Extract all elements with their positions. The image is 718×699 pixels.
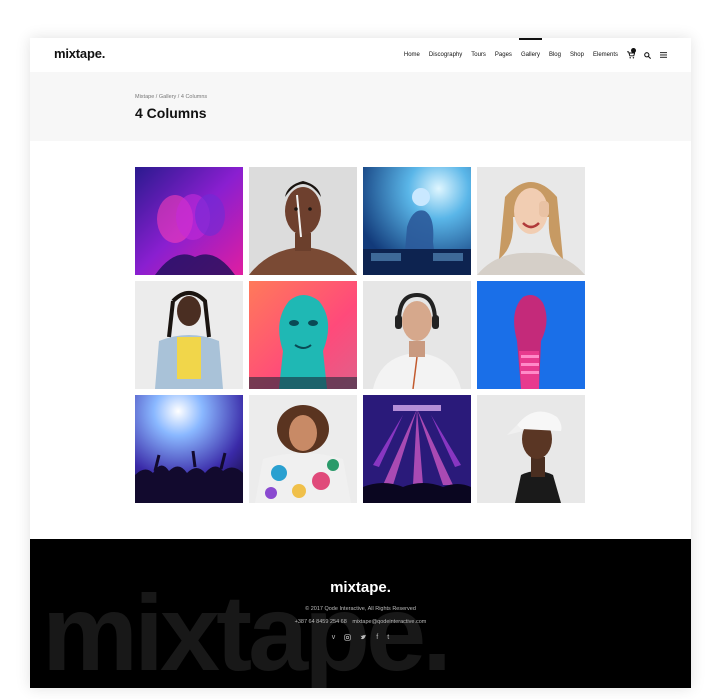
search-icon[interactable] — [644, 38, 651, 72]
gallery-item-stage-pink-lights[interactable] — [363, 395, 471, 503]
gallery-item-pink-sculpture-blue[interactable] — [477, 281, 585, 389]
footer-contact: +387 64 8459 254 68 mixtape@qodeinteract… — [30, 619, 691, 625]
gallery-item-man-headphones[interactable] — [363, 281, 471, 389]
footer-copyright: © 2017 Qode Interactive, All Rights Rese… — [305, 606, 416, 612]
nav-home[interactable]: Home — [404, 38, 420, 72]
gallery-grid — [135, 167, 587, 503]
page-title-band: Mixtape / Gallery / 4 Columns 4 Columns — [30, 72, 691, 141]
gallery-item-concert-crowd-blue[interactable] — [135, 395, 243, 503]
cart-count-badge — [631, 48, 636, 53]
breadcrumb-home[interactable]: Mixtape — [135, 94, 154, 100]
gallery-item-teal-distorted-face[interactable] — [249, 281, 357, 389]
gallery-item-man-white-cap[interactable] — [477, 395, 585, 503]
menu-icon[interactable] — [660, 38, 667, 72]
gallery-item-dj-blue-light[interactable] — [363, 167, 471, 275]
gallery-item-woman-yellow-shirt[interactable] — [135, 281, 243, 389]
gallery-item-purple-neon-portrait[interactable] — [135, 167, 243, 275]
footer-logo[interactable]: mixtape. — [30, 579, 691, 596]
nav-pages[interactable]: Pages — [495, 38, 512, 72]
cart-icon[interactable] — [627, 38, 636, 72]
instagram-icon[interactable] — [344, 634, 351, 643]
main-nav: Home Discography Tours Pages Gallery Blo… — [404, 38, 667, 72]
nav-elements[interactable]: Elements — [593, 38, 618, 72]
gallery-item-woman-floral-hoodie[interactable] — [249, 395, 357, 503]
footer-phone[interactable]: +387 64 8459 254 68 — [295, 619, 347, 625]
breadcrumb-current: 4 Columns — [180, 94, 208, 100]
site-header: mixtape. Home Discography Tours Pages Ga… — [30, 38, 691, 72]
breadcrumb: Mixtape / Gallery / 4 Columns — [135, 94, 208, 100]
breadcrumb-gallery[interactable]: Gallery — [159, 94, 176, 100]
site-logo[interactable]: mixtape. — [54, 46, 105, 61]
footer-social: v f t — [30, 634, 691, 643]
page-title: 4 Columns — [135, 105, 207, 121]
gallery-item-woman-face-paint[interactable] — [249, 167, 357, 275]
twitter-icon[interactable] — [360, 634, 367, 643]
tumblr-icon[interactable]: t — [387, 634, 389, 643]
browser-frame: mixtape. Home Discography Tours Pages Ga… — [30, 38, 691, 688]
nav-shop[interactable]: Shop — [570, 38, 584, 72]
vimeo-icon[interactable]: v — [332, 634, 336, 643]
nav-blog[interactable]: Blog — [549, 38, 561, 72]
site-footer: mixtape. mixtape. © 2017 Qode Interactiv… — [30, 539, 691, 688]
nav-gallery[interactable]: Gallery — [518, 38, 542, 72]
gallery-item-laughing-blonde-woman[interactable] — [477, 167, 585, 275]
footer-email[interactable]: mixtape@qodeinteractive.com — [352, 619, 426, 625]
nav-discography[interactable]: Discography — [429, 38, 462, 72]
nav-tours[interactable]: Tours — [471, 38, 486, 72]
facebook-icon[interactable]: f — [376, 634, 378, 643]
